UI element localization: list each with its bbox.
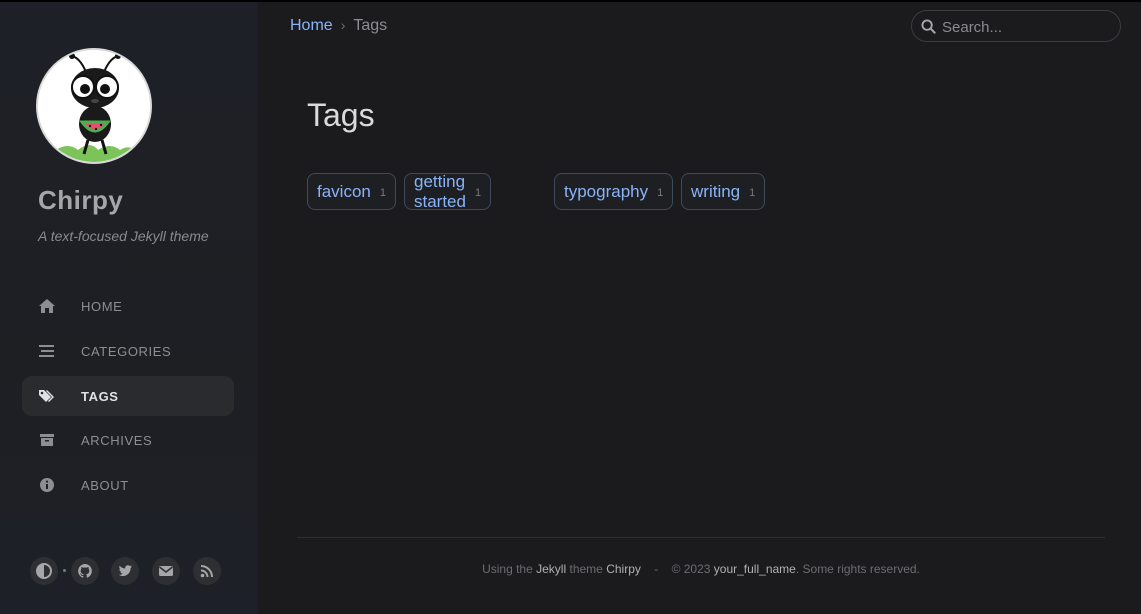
- search-icon: [921, 19, 936, 34]
- tag-name: favicon: [317, 181, 371, 201]
- tags-icon: [39, 390, 54, 402]
- page-title: Tags: [307, 97, 375, 133]
- sidebar: Chirpy A text-focused Jekyll theme HOME …: [0, 2, 258, 614]
- footer-jekyll-link[interactable]: Jekyll: [536, 562, 566, 576]
- breadcrumb-home-link[interactable]: Home: [290, 17, 333, 34]
- ant-mascot-image: [38, 50, 150, 162]
- info-icon: [40, 478, 54, 492]
- email-link[interactable]: [152, 557, 180, 585]
- site-title[interactable]: Chirpy: [38, 185, 123, 216]
- footer-chirpy-link[interactable]: Chirpy: [606, 562, 641, 576]
- tag-name: typography: [564, 181, 649, 201]
- footer-theme-text: theme: [569, 562, 603, 576]
- mode-toggle-button[interactable]: [30, 557, 58, 585]
- tag-count: 1: [379, 186, 386, 199]
- tag-count: 1: [657, 186, 664, 199]
- github-icon: [78, 564, 92, 578]
- tag-typography[interactable]: typography 1: [554, 173, 674, 210]
- site-subtitle: A text-focused Jekyll theme: [38, 228, 209, 244]
- nav-label-tags: TAGS: [81, 389, 119, 404]
- rss-link[interactable]: [193, 557, 221, 585]
- breadcrumb: Home › Tags: [290, 17, 387, 35]
- nav-label-categories: CATEGORIES: [81, 344, 172, 359]
- tag-favicon[interactable]: favicon 1: [307, 173, 396, 210]
- tag-writing[interactable]: writing 1: [681, 173, 766, 210]
- twitter-link[interactable]: [111, 557, 139, 585]
- separator-dot: [63, 569, 66, 572]
- nav-item-about[interactable]: ABOUT: [22, 465, 234, 505]
- stream-icon: [39, 345, 54, 357]
- twitter-icon: [118, 565, 132, 576]
- breadcrumb-current: Tags: [353, 17, 388, 34]
- footer-using-text: Using the: [482, 562, 533, 576]
- footer-copyright: © 2023: [671, 562, 711, 576]
- tag-count: 1: [749, 186, 756, 199]
- footer-separator: -: [654, 562, 659, 576]
- tag-name: getting started: [414, 171, 466, 211]
- tag-count: 1: [474, 186, 482, 199]
- nav-item-tags[interactable]: TAGS: [22, 376, 234, 416]
- footer: Using the Jekyll theme Chirpy - © 2023 y…: [297, 562, 1105, 576]
- search-input[interactable]: [942, 17, 1112, 37]
- footer-rights-text: . Some rights reserved.: [795, 562, 920, 576]
- rss-icon: [200, 565, 213, 578]
- footer-owner-link[interactable]: your_full_name: [714, 562, 796, 576]
- mode-toggle-icon: [36, 563, 52, 579]
- avatar[interactable]: [36, 48, 152, 164]
- search-box[interactable]: [911, 10, 1121, 42]
- nav-item-categories[interactable]: CATEGORIES: [22, 331, 234, 371]
- email-icon: [159, 566, 173, 576]
- home-icon: [39, 299, 55, 313]
- nav-label-about: ABOUT: [81, 478, 129, 493]
- nav-label-archives: ARCHIVES: [81, 433, 153, 448]
- footer-divider: [297, 537, 1105, 538]
- archive-icon: [40, 434, 54, 446]
- nav-item-home[interactable]: HOME: [22, 286, 234, 326]
- tag-getting-started[interactable]: getting started 1: [404, 171, 492, 211]
- nav-item-archives[interactable]: ARCHIVES: [22, 420, 234, 460]
- github-link[interactable]: [71, 557, 99, 585]
- tag-name: writing: [691, 181, 741, 201]
- nav-label-home: HOME: [81, 299, 123, 314]
- breadcrumb-separator: ›: [340, 17, 346, 33]
